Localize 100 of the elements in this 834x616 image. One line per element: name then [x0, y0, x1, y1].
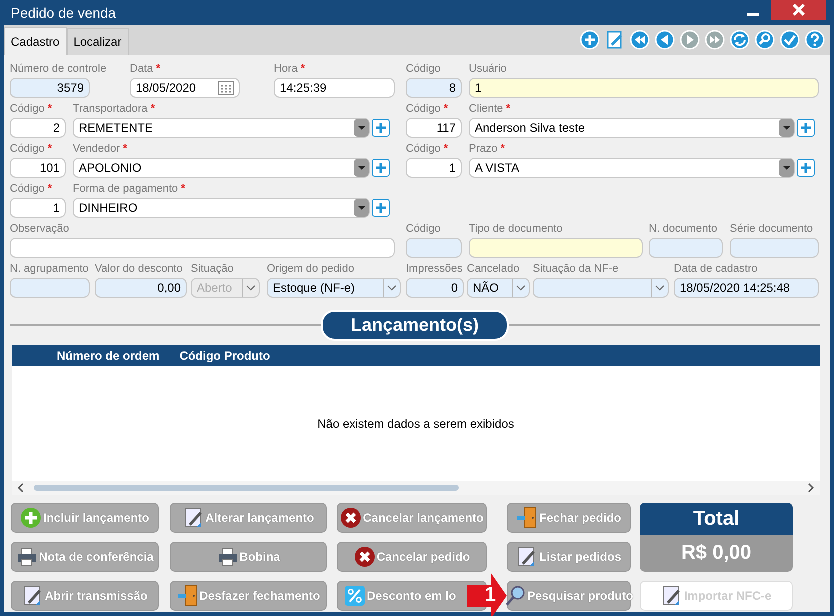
field-label: Código: [406, 63, 441, 77]
field-label: Impressões: [406, 263, 463, 277]
field-label: Cancelado: [467, 263, 520, 277]
required-mark: *: [48, 183, 52, 197]
required-mark: *: [300, 63, 306, 77]
next-icon[interactable]: [680, 30, 700, 50]
input-field[interactable]: [730, 238, 819, 258]
callout-number: 1: [485, 584, 496, 607]
input-field[interactable]: [406, 238, 462, 258]
required-mark: *: [123, 143, 128, 157]
date-field[interactable]: 18/05/2020: [130, 78, 240, 98]
dropdown-button[interactable]: [779, 119, 794, 137]
dropdown-field[interactable]: Anderson Silva teste: [469, 118, 795, 138]
section-title: Lançamento(s): [320, 310, 510, 340]
input-field[interactable]: 1: [406, 158, 462, 178]
calendar-icon[interactable]: [218, 81, 234, 95]
edit-icon[interactable]: [605, 30, 625, 50]
input-field[interactable]: [469, 238, 643, 258]
input-field[interactable]: 117: [406, 118, 462, 138]
field-label: N. agrupamento: [10, 263, 89, 277]
field-label: Observação: [10, 223, 70, 237]
last-record-icon[interactable]: [705, 30, 725, 50]
required-mark: *: [181, 183, 186, 197]
window-title: Pedido de venda: [11, 4, 116, 20]
field-label: Data de cadastro: [674, 263, 758, 277]
field-label: Vendedor: [73, 143, 120, 157]
chevron-down-icon: [246, 285, 256, 291]
help-icon[interactable]: [805, 30, 825, 50]
dropdown-button[interactable]: [354, 159, 369, 177]
caret-icon: [358, 206, 366, 210]
previous-icon[interactable]: [655, 30, 675, 50]
input-field[interactable]: [10, 238, 395, 258]
field-label: Código: [406, 223, 441, 237]
caret-icon: [358, 166, 366, 170]
input-field[interactable]: 0,00: [95, 278, 187, 298]
input-field[interactable]: [10, 278, 90, 298]
input-field[interactable]: 8: [406, 78, 462, 98]
empty-message: Não existem dados a serem exibidos: [318, 416, 514, 430]
field-label: Transportadora: [73, 103, 148, 117]
required-mark: *: [48, 103, 52, 117]
caret-icon: [782, 166, 790, 170]
close-button[interactable]: [771, 0, 826, 20]
input-field[interactable]: 18/05/2020 14:25:48: [674, 278, 819, 298]
input-field[interactable]: [649, 238, 723, 258]
total-title: Total: [640, 503, 793, 535]
dropdown-field[interactable]: REMETENTE: [73, 118, 370, 138]
plus-icon: [20, 507, 42, 529]
horizontal-scrollbar[interactable]: [12, 481, 820, 495]
column-header[interactable]: Código Produto: [180, 348, 270, 362]
field-label: Código: [10, 183, 45, 197]
column-header[interactable]: Número de ordem: [57, 348, 160, 362]
scrollbar-thumb[interactable]: [34, 485, 459, 491]
dropdown-field[interactable]: APOLONIO: [73, 158, 370, 178]
input-field[interactable]: 3579: [10, 78, 90, 98]
field-label: Cliente: [469, 103, 504, 117]
input-field[interactable]: 1: [10, 198, 66, 218]
percent-icon: [344, 585, 366, 607]
select-field[interactable]: Estoque (NF-e): [267, 278, 401, 298]
input-field[interactable]: 1: [469, 78, 819, 98]
plus-icon: [375, 122, 387, 134]
printer-icon: [216, 546, 239, 568]
scroll-right-icon[interactable]: [806, 483, 816, 493]
printer-icon: [16, 546, 38, 568]
input-field[interactable]: 0: [406, 278, 464, 298]
dropdown-button[interactable]: [779, 159, 794, 177]
chevron-down-icon: [655, 285, 665, 291]
field-label: Série documento: [730, 223, 814, 237]
tab[interactable]: Localizar: [66, 28, 129, 55]
field-label: Situação: [191, 263, 234, 277]
field-label: Número de controle: [10, 63, 107, 77]
field-label: Código: [10, 143, 45, 157]
add-icon[interactable]: [580, 30, 600, 50]
door-icon: [176, 585, 199, 607]
cancel-icon: [340, 507, 362, 529]
first-record-icon[interactable]: [630, 30, 650, 50]
check-icon[interactable]: [780, 30, 800, 50]
input-field[interactable]: 2: [10, 118, 66, 138]
tab[interactable]: Cadastro: [4, 27, 67, 55]
input-field[interactable]: 101: [10, 158, 66, 178]
plus-icon: [375, 162, 387, 174]
required-mark: *: [150, 103, 156, 117]
dropdown-field[interactable]: A VISTA: [469, 158, 795, 178]
chevron-down-icon: [387, 285, 397, 291]
dropdown-button[interactable]: [354, 119, 369, 137]
pencil-note-icon: [182, 507, 205, 529]
scroll-left-icon[interactable]: [16, 483, 26, 493]
dropdown-button[interactable]: [354, 199, 369, 217]
field-label: Usuário: [469, 63, 507, 77]
search-icon[interactable]: [755, 30, 775, 50]
input-field[interactable]: 14:25:39: [274, 78, 395, 98]
caret-icon: [358, 126, 366, 130]
plus-icon: [800, 162, 812, 174]
field-label: Origem do pedido: [267, 263, 354, 277]
select-field[interactable]: [533, 278, 669, 298]
refresh-icon[interactable]: [730, 30, 750, 50]
caret-icon: [782, 126, 790, 130]
required-mark: *: [500, 143, 506, 157]
dropdown-field[interactable]: DINHEIRO: [73, 198, 370, 218]
field-label: Tipo de documento: [469, 223, 563, 237]
select-field[interactable]: NÃO: [467, 278, 530, 298]
